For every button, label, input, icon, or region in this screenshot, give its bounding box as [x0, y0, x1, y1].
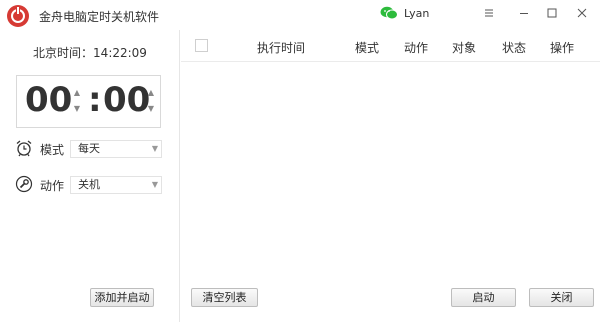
menu-icon[interactable] — [480, 4, 498, 22]
alarm-clock-icon — [16, 140, 32, 157]
column-header[interactable]: 操作 — [550, 39, 574, 56]
close-button[interactable]: 关闭 — [529, 288, 594, 307]
user-name[interactable]: Lyan — [404, 7, 429, 20]
column-header[interactable]: 状态 — [502, 39, 526, 56]
minutes-value[interactable]: 00 — [103, 80, 150, 120]
maximize-icon[interactable] — [543, 4, 561, 22]
hours-up-icon[interactable]: ▲ — [72, 86, 82, 100]
wechat-icon — [380, 6, 398, 20]
chevron-down-icon: ▼ — [151, 144, 158, 153]
chevron-down-icon: ▼ — [151, 180, 158, 189]
title-bar: 金舟电脑定时关机软件 Lyan — [0, 0, 600, 30]
beijing-time: 北京时间：14:22:09 — [33, 46, 147, 60]
select-all-checkbox[interactable] — [195, 39, 208, 52]
close-icon[interactable] — [573, 4, 591, 22]
action-value: 关机 — [78, 178, 100, 191]
wrench-icon — [15, 175, 33, 193]
mode-label: 模式 — [40, 143, 65, 157]
column-header[interactable]: 对象 — [452, 39, 476, 56]
hours-value[interactable]: 00 — [25, 80, 72, 120]
column-header[interactable]: 模式 — [355, 39, 379, 56]
clear-list-button[interactable]: 清空列表 — [191, 288, 258, 307]
mode-select[interactable]: 每天 ▼ — [70, 140, 162, 158]
minutes-up-icon[interactable]: ▲ — [146, 86, 156, 100]
mode-value: 每天 — [78, 142, 100, 155]
hours-down-icon[interactable]: ▼ — [72, 102, 82, 116]
time-separator: : — [88, 80, 102, 120]
settings-panel: 北京时间：14:22:09 00 ▲ ▼ : 00 ▲ ▼ 模式 每天 ▼ 动作… — [0, 30, 180, 322]
start-button[interactable]: 启动 — [451, 288, 516, 307]
minimize-icon[interactable] — [515, 4, 533, 22]
action-label: 动作 — [40, 179, 65, 193]
column-header[interactable]: 动作 — [404, 39, 428, 56]
timer-input[interactable]: 00 ▲ ▼ : 00 ▲ ▼ — [16, 75, 161, 128]
add-and-start-button[interactable]: 添加并启动 — [90, 288, 154, 307]
app-title: 金舟电脑定时关机软件 — [39, 10, 160, 24]
minutes-down-icon[interactable]: ▼ — [146, 102, 156, 116]
action-select[interactable]: 关机 ▼ — [70, 176, 162, 194]
hours-spinner[interactable]: ▲ ▼ — [72, 82, 82, 122]
power-icon — [7, 5, 29, 27]
task-table-header: 执行时间 模式 动作 对象 状态 操作 — [181, 30, 600, 62]
minutes-spinner[interactable]: ▲ ▼ — [146, 82, 156, 122]
column-header[interactable]: 执行时间 — [257, 39, 305, 56]
